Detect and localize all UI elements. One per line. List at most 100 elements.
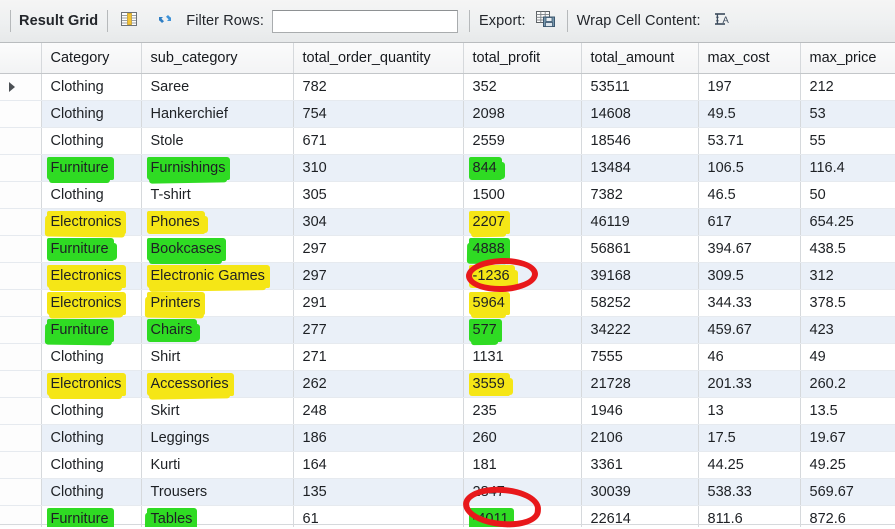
cell-total-order-quantity[interactable]: 164 — [293, 451, 464, 479]
cell-total-profit[interactable]: 1500 — [463, 181, 582, 209]
cell-max-cost[interactable]: 617 — [698, 208, 801, 236]
refresh-icon[interactable] — [155, 9, 175, 34]
cell-total-amount[interactable]: 1946 — [581, 397, 699, 425]
cell-total-order-quantity[interactable]: 671 — [293, 127, 464, 155]
grid-view-icon[interactable] — [119, 9, 139, 34]
cell-category[interactable]: Furniture — [41, 235, 142, 263]
cell-max-cost[interactable]: 49.5 — [698, 100, 801, 128]
result-grid-container[interactable]: Category sub_category total_order_quanti… — [0, 43, 895, 527]
cell-max-cost[interactable]: 309.5 — [698, 262, 801, 290]
cell-category[interactable]: Furniture — [41, 154, 142, 183]
table-row[interactable]: Electronics Accessories 262 3559 21728 201.33… — [0, 370, 895, 399]
cell-total-profit[interactable]: 181 — [463, 451, 582, 479]
column-header-total-amount[interactable]: total_amount — [581, 43, 699, 74]
row-selector-cell[interactable] — [0, 478, 42, 506]
cell-total-amount[interactable]: 14608 — [581, 100, 699, 128]
cell-total-order-quantity[interactable]: 248 — [293, 397, 464, 425]
row-selector-cell[interactable] — [0, 343, 42, 371]
cell-sub-category[interactable]: Accessories — [141, 370, 294, 398]
wrap-text-icon[interactable]: A — [712, 9, 732, 34]
cell-max-price[interactable]: 116.4 — [800, 154, 895, 182]
cell-max-price[interactable]: 654.25 — [800, 208, 895, 236]
cell-category[interactable]: Clothing — [41, 451, 142, 479]
cell-total-amount[interactable]: 18546 — [581, 127, 699, 155]
row-selector-cell[interactable] — [0, 208, 42, 236]
row-selector-cell[interactable] — [0, 451, 42, 479]
cell-max-price[interactable]: 49.25 — [800, 451, 895, 479]
cell-total-amount[interactable]: 3361 — [581, 451, 699, 479]
cell-total-order-quantity[interactable]: 291 — [293, 289, 464, 317]
cell-sub-category[interactable]: Saree — [141, 73, 294, 101]
table-row[interactable]: Electronics Phones 304 2207 46119 617 654.25 — [0, 208, 895, 236]
cell-category[interactable]: Clothing — [41, 181, 142, 209]
cell-category[interactable]: Electronics — [41, 289, 142, 317]
cell-total-profit[interactable]: 2847 — [463, 478, 582, 506]
table-row[interactable]: Electronics Printers 291 5964 58252 344.33 378… — [0, 289, 895, 318]
cell-category[interactable]: Clothing — [41, 343, 142, 371]
column-header-total-profit[interactable]: total_profit — [463, 43, 582, 74]
cell-max-cost[interactable]: 459.67 — [698, 316, 801, 344]
cell-category[interactable]: Clothing — [41, 424, 142, 452]
cell-max-price[interactable]: 53 — [800, 100, 895, 128]
row-selector-cell[interactable] — [0, 370, 42, 398]
column-header-category[interactable]: Category — [41, 43, 142, 74]
cell-total-order-quantity[interactable]: 135 — [293, 478, 464, 506]
cell-total-amount[interactable]: 46119 — [581, 208, 699, 236]
cell-sub-category[interactable]: Printers — [141, 289, 294, 317]
cell-total-profit[interactable]: 4888 — [463, 235, 582, 263]
cell-sub-category[interactable]: Furnishings — [141, 154, 294, 182]
cell-total-order-quantity[interactable]: 186 — [293, 424, 464, 452]
cell-sub-category[interactable]: Trousers — [141, 478, 294, 506]
cell-total-order-quantity[interactable]: 782 — [293, 73, 464, 101]
cell-category[interactable]: Electronics — [41, 370, 142, 399]
cell-total-profit[interactable]: -1236 — [463, 262, 582, 290]
cell-max-cost[interactable]: 44.25 — [698, 451, 801, 479]
cell-max-cost[interactable]: 106.5 — [698, 154, 801, 182]
cell-sub-category[interactable]: T-shirt — [141, 181, 294, 209]
cell-sub-category[interactable]: Leggings — [141, 424, 294, 452]
cell-total-order-quantity[interactable]: 304 — [293, 208, 464, 236]
cell-total-amount[interactable]: 58252 — [581, 289, 699, 317]
row-selector-cell[interactable] — [0, 424, 42, 452]
row-selector-cell[interactable] — [0, 289, 42, 317]
row-selector-cell[interactable] — [0, 73, 42, 101]
cell-max-price[interactable]: 378.5 — [800, 289, 895, 317]
cell-max-price[interactable]: 423 — [800, 316, 895, 344]
cell-sub-category[interactable]: Stole — [141, 127, 294, 155]
cell-category[interactable]: Electronics — [41, 262, 142, 291]
cell-sub-category[interactable]: Bookcases — [141, 235, 294, 264]
cell-max-price[interactable]: 19.67 — [800, 424, 895, 452]
row-selector-cell[interactable] — [0, 235, 42, 263]
cell-total-order-quantity[interactable]: 297 — [293, 262, 464, 290]
row-selector-cell[interactable] — [0, 262, 42, 290]
cell-total-profit[interactable]: 2098 — [463, 100, 582, 128]
cell-max-price[interactable]: 569.67 — [800, 478, 895, 506]
row-selector-cell[interactable] — [0, 316, 42, 344]
row-selector-cell[interactable] — [0, 181, 42, 209]
cell-max-price[interactable]: 49 — [800, 343, 895, 371]
row-selector-cell[interactable] — [0, 100, 42, 128]
row-selector-cell[interactable] — [0, 397, 42, 425]
table-row[interactable]: Clothing Saree 782 352 53511 197 212 — [0, 73, 895, 101]
cell-total-profit[interactable]: 352 — [463, 73, 582, 101]
cell-max-price[interactable]: 312 — [800, 262, 895, 290]
cell-total-profit[interactable]: 2207 — [463, 208, 582, 236]
cell-total-amount[interactable]: 13484 — [581, 154, 699, 182]
cell-total-order-quantity[interactable]: 271 — [293, 343, 464, 371]
export-save-icon[interactable] — [535, 9, 557, 34]
cell-max-cost[interactable]: 197 — [698, 73, 801, 101]
cell-sub-category[interactable]: Skirt — [141, 397, 294, 425]
cell-total-order-quantity[interactable]: 754 — [293, 100, 464, 128]
cell-max-price[interactable]: 50 — [800, 181, 895, 209]
cell-sub-category[interactable]: Electronic Games — [141, 262, 294, 290]
cell-max-price[interactable]: 55 — [800, 127, 895, 155]
row-selector-cell[interactable] — [0, 154, 42, 182]
cell-category[interactable]: Clothing — [41, 127, 142, 155]
cell-category[interactable]: Clothing — [41, 397, 142, 425]
cell-sub-category[interactable]: Shirt — [141, 343, 294, 371]
cell-total-order-quantity[interactable]: 277 — [293, 316, 464, 344]
cell-total-profit[interactable]: 577 — [463, 316, 582, 344]
table-row[interactable]: Clothing Skirt 248 235 1946 13 13.5 — [0, 397, 895, 425]
cell-max-cost[interactable]: 394.67 — [698, 235, 801, 263]
row-selector-cell[interactable] — [0, 127, 42, 155]
